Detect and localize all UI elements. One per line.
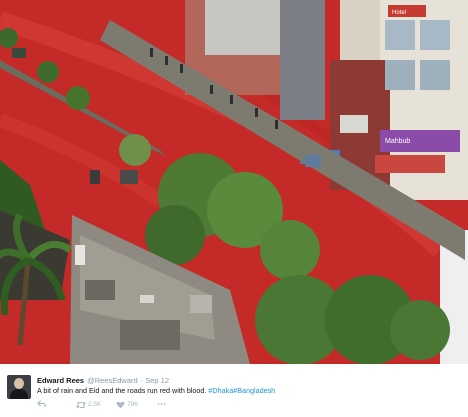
like-icon: [116, 401, 125, 409]
more-icon: [157, 403, 166, 406]
more-button[interactable]: [157, 400, 166, 410]
author-handle[interactable]: @ReesEdward: [87, 376, 138, 385]
like-count: 796: [127, 401, 138, 408]
tweet-date[interactable]: · Sep 12: [141, 376, 169, 385]
hashtag-bangladesh[interactable]: #Bangladesh: [233, 386, 275, 395]
reply-button[interactable]: [37, 400, 46, 410]
tweet-photo[interactable]: Hotel Mahbub: [0, 0, 468, 364]
reply-icon: [37, 400, 46, 408]
like-button[interactable]: 796: [116, 400, 138, 411]
retweet-button[interactable]: 2.5K: [76, 400, 101, 411]
flooded-street-photo: Hotel Mahbub: [0, 0, 468, 364]
sign-hotel: Hotel: [392, 10, 406, 16]
hashtag-dhaka[interactable]: #Dhaka: [208, 386, 233, 395]
retweet-icon: [76, 401, 86, 409]
author-name[interactable]: Edward Rees: [37, 376, 84, 385]
retweet-count: 2.5K: [88, 401, 102, 408]
tweet: Edward Rees @ReesEdward · Sep 12 A bit of …: [0, 364, 468, 417]
tweet-header: Edward Rees @ReesEdward · Sep 12: [37, 376, 169, 385]
tweet-text: A bit of rain and Eid and the roads run …: [37, 386, 275, 395]
avatar[interactable]: [7, 375, 31, 399]
tweet-body: A bit of rain and Eid and the roads run …: [37, 386, 207, 395]
sign-mahbub: Mahbub: [385, 138, 410, 145]
